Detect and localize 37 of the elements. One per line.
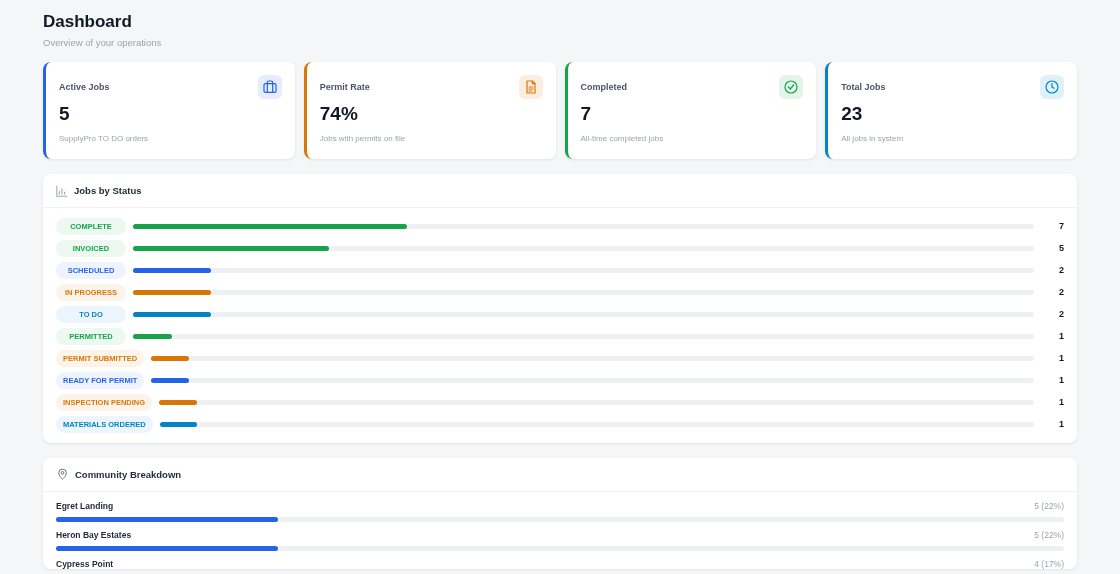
bar-chart-icon [56,184,68,197]
status-count: 2 [1058,265,1064,275]
card-label: Completed [580,82,627,92]
card-note: SupplyPro TO DO orders [59,134,149,143]
card-note: All jobs in system [841,134,904,143]
briefcase-icon [257,75,282,99]
card-label: Active Jobs [59,82,110,92]
status-count: 2 [1058,287,1064,297]
document-icon [518,75,543,99]
community-name: Egret Landing [56,501,114,511]
card-value: 5 [59,103,70,125]
community-name: Cypress Point [56,559,114,569]
page-title: Dashboard [43,11,132,33]
clock-icon [1040,75,1064,99]
status-count: 5 [1058,243,1064,253]
status-count: 1 [1058,375,1064,385]
status-count: 1 [1058,353,1064,363]
card-note: All-time completed jobs [580,134,664,143]
status-count: 2 [1058,309,1064,319]
community-count: 4 (17%) [1034,559,1064,569]
panel-title: Jobs by Status [74,185,142,196]
card-value: 7 [580,103,592,125]
card-value: 74% [319,103,358,125]
status-count: 1 [1058,419,1064,429]
card-label: Total Jobs [841,82,886,92]
community-count: 5 (22%) [1034,501,1064,511]
card-note: Jobs with permits on file [319,134,406,143]
page-subtitle: Overview of your operations [43,37,162,48]
card-label: Permit Rate [319,82,370,92]
card-value: 23 [841,103,863,125]
map-pin-icon [56,468,69,481]
panel-title: Community Breakdown [75,469,182,480]
status-count: 7 [1058,221,1064,231]
community-count: 5 (22%) [1034,530,1064,540]
community-name: Heron Bay Estates [56,530,132,540]
status-count: 1 [1058,331,1064,341]
status-count: 1 [1058,397,1064,407]
